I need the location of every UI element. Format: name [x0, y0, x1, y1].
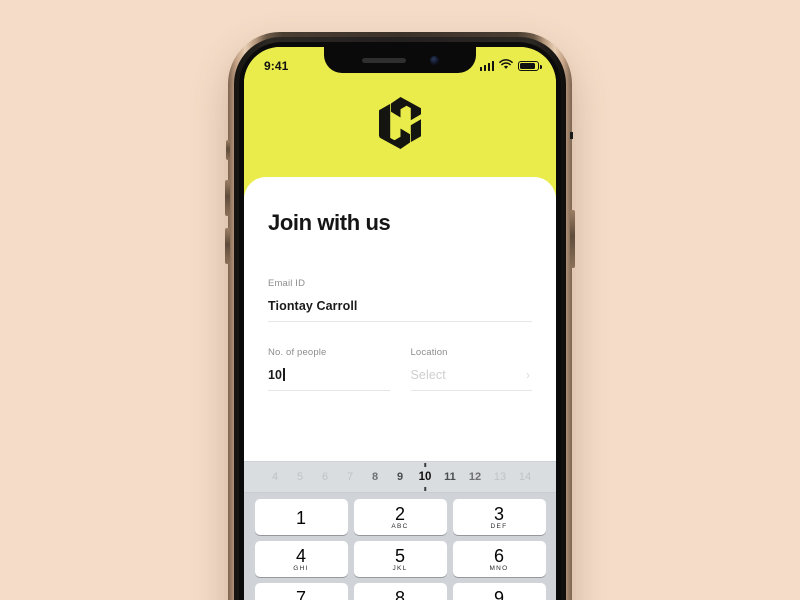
picker-tick[interactable]: 4	[263, 471, 288, 483]
keypad-key-number: 2	[394, 503, 405, 524]
field-no-of-people: No. of people 10	[268, 347, 390, 391]
email-id-input[interactable]: Tiontay Carroll	[268, 298, 532, 314]
keypad-key-6[interactable]: 6 MNO	[452, 541, 546, 577]
antenna-line	[570, 132, 573, 139]
keypad-key-number: 8	[394, 587, 405, 600]
picker-tick[interactable]: 13	[488, 471, 513, 483]
keypad-key-letters: JKL	[392, 564, 408, 572]
wifi-icon	[499, 57, 513, 75]
text-caret	[283, 368, 285, 381]
earpiece-speaker-icon	[361, 57, 406, 63]
keypad-row: 7PQRS 8TUV 9WXYZ	[247, 583, 553, 600]
silent-switch[interactable]	[226, 140, 230, 160]
keypad-key-number: 9	[493, 587, 504, 600]
keypad-key-number: 7	[295, 587, 306, 600]
keypad-key-number: 1	[295, 507, 306, 528]
keypad-key-letters: GHI	[293, 564, 309, 572]
field-label-email-id: Email ID	[268, 278, 306, 289]
field-label-no-of-people: No. of people	[268, 347, 327, 358]
keypad-key-3[interactable]: 3 DEF	[452, 499, 546, 535]
numeric-keypad: 12ABC3DEF4GHI5JKL6MNO7PQRS8TUV9WXYZ0	[244, 493, 556, 600]
status-bar-icons	[479, 57, 542, 75]
keypad-key-letters: DEF	[490, 522, 508, 530]
picker-tick[interactable]: 14	[513, 471, 538, 483]
phone-screen: 9:41 Join with us Email ID Tiontay Carro…	[244, 47, 556, 600]
keypad-row: 1 2 ABC 3 DEF	[247, 499, 553, 535]
field-label-location: Location	[410, 347, 448, 358]
signup-form: Email ID Tiontay Carroll No. of people 1…	[268, 278, 532, 391]
picker-tick[interactable]: 7	[338, 471, 363, 483]
device-notch	[324, 47, 476, 73]
keypad-key-9[interactable]: 9WXYZ	[452, 583, 546, 600]
keypad-key-number: 4	[295, 545, 306, 566]
battery-icon	[518, 60, 542, 71]
field-email-id: Email ID Tiontay Carroll	[268, 278, 532, 322]
keypad-key-7[interactable]: 7PQRS	[254, 583, 348, 600]
location-select[interactable]: Select ›	[410, 367, 532, 391]
field-underline-no-of-people[interactable]: 10	[268, 367, 390, 391]
keypad-key-number: 5	[394, 545, 405, 566]
keypad-key-2[interactable]: 2 ABC	[353, 499, 447, 535]
picker-tick[interactable]: 6	[313, 471, 338, 483]
power-button[interactable]	[570, 210, 575, 268]
keypad-key-4[interactable]: 4 GHI	[254, 541, 348, 577]
keypad-key-5[interactable]: 5 JKL	[353, 541, 447, 577]
picker-tick[interactable]: 9	[388, 471, 413, 483]
number-picker-strip[interactable]: 4 5 6 7 8 9 10 11 12 13 14	[244, 461, 556, 493]
picker-tick[interactable]: 12	[463, 471, 488, 483]
keypad-key-letters: ABC	[391, 522, 409, 530]
front-camera-icon	[429, 55, 439, 65]
cellular-signal-icon	[479, 61, 494, 71]
keypad-key-number: 3	[493, 503, 504, 524]
chevron-right-icon: ›	[526, 368, 530, 382]
field-location: Location Select ›	[410, 347, 532, 391]
keypad-key-number: 6	[493, 545, 504, 566]
phone-mockup: 9:41 Join with us Email ID Tiontay Carro…	[225, 32, 575, 600]
location-select-value: Select	[410, 368, 446, 382]
volume-up-button[interactable]	[225, 180, 230, 216]
no-of-people-input[interactable]: 10	[268, 368, 282, 382]
picker-tick[interactable]: 8	[363, 471, 388, 483]
keypad-row: 4 GHI 5 JKL 6 MNO	[247, 541, 553, 577]
picker-tick[interactable]: 11	[438, 471, 463, 483]
keypad-key-letters: MNO	[489, 564, 509, 572]
no-of-people-input-wrapper[interactable]: 10	[268, 367, 390, 383]
page-title: Join with us	[268, 210, 391, 235]
picker-tick-selected[interactable]: 10	[413, 471, 438, 483]
volume-down-button[interactable]	[225, 228, 230, 264]
field-row-people-location: No. of people 10 Location Select ›	[268, 347, 532, 391]
brand-c-logo-icon	[377, 96, 423, 154]
picker-tick[interactable]: 5	[288, 471, 313, 483]
keypad-key-8[interactable]: 8TUV	[353, 583, 447, 600]
field-underline-email-id[interactable]: Tiontay Carroll	[268, 298, 532, 322]
keypad-key-1[interactable]: 1	[254, 499, 348, 535]
status-bar-time: 9:41	[264, 58, 289, 73]
